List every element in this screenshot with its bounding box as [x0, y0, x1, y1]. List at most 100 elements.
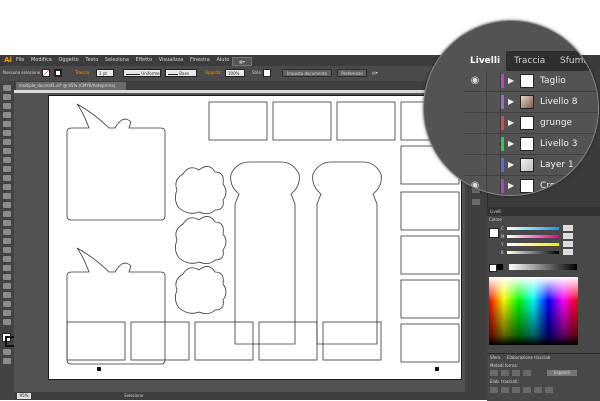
graph-tool-icon[interactable]	[3, 283, 11, 289]
divide-button[interactable]	[490, 387, 498, 393]
expand-triangle-icon[interactable]: ▶	[508, 176, 518, 195]
menu-testo[interactable]: Testo	[85, 57, 98, 63]
unite-button[interactable]	[490, 370, 498, 376]
visibility-eye-icon[interactable]	[464, 113, 487, 133]
menu-modifica[interactable]: Modifica	[31, 57, 52, 63]
tab-traccia[interactable]: Traccia	[508, 51, 551, 71]
eyedropper-tool-icon[interactable]	[3, 256, 11, 262]
expand-triangle-icon[interactable]: ▶	[508, 113, 518, 133]
grayscale-ramp[interactable]	[509, 264, 577, 270]
hand-tool-icon[interactable]	[3, 310, 11, 316]
lock-toggle[interactable]	[486, 92, 501, 112]
menu-seleziona[interactable]: Seleziona	[105, 57, 129, 63]
pen-tool-icon[interactable]	[3, 112, 11, 118]
workspace-switcher[interactable]: ▦▾	[232, 57, 252, 66]
scale-tool-icon[interactable]	[3, 193, 11, 199]
perspective-grid-tool-icon[interactable]	[3, 229, 11, 235]
eraser-tool-icon[interactable]	[3, 175, 11, 181]
layer-row-layer-1[interactable]: ▶ Layer 1	[464, 155, 598, 176]
fill-swatch[interactable]	[42, 69, 50, 77]
screen-mode-icon[interactable]	[3, 358, 11, 364]
menu-file[interactable]: File	[16, 57, 24, 63]
pencil-tool-icon[interactable]	[3, 157, 11, 163]
variable-width-select[interactable]: Uniforme	[123, 69, 161, 77]
magic-wand-tool-icon[interactable]	[3, 103, 11, 109]
paintbrush-tool-icon[interactable]	[3, 148, 11, 154]
menu-finestra[interactable]: Finestra	[190, 57, 210, 63]
layer-name[interactable]: Livello 8	[540, 92, 577, 112]
style-swatch[interactable]	[263, 69, 271, 77]
gradient-tool-icon[interactable]	[3, 247, 11, 253]
tab-livelli[interactable]: Livelli	[464, 51, 507, 71]
layer-row-taglio[interactable]: ◉ ▶ Taglio	[464, 71, 598, 92]
outline-button[interactable]	[534, 387, 542, 393]
mesh-tool-icon[interactable]	[3, 238, 11, 244]
symbol-sprayer-tool-icon[interactable]	[3, 274, 11, 280]
minus-back-button[interactable]	[545, 387, 553, 393]
rectangle-tool-icon[interactable]	[3, 139, 11, 145]
expand-triangle-icon[interactable]: ▶	[508, 134, 518, 154]
lock-toggle[interactable]	[486, 176, 501, 195]
color-spectrum[interactable]	[489, 277, 578, 345]
stroke-swatch[interactable]	[54, 69, 62, 77]
visibility-eye-icon[interactable]: ◉	[464, 71, 487, 91]
layer-row-crocini[interactable]: ◉ ▶ Crocini	[464, 176, 598, 195]
artboard-tool-icon[interactable]	[3, 292, 11, 298]
layer-name[interactable]: Crocini	[540, 176, 571, 195]
trim-button[interactable]	[501, 387, 509, 393]
layer-row-livello-3[interactable]: ▶ Livello 3	[464, 134, 598, 155]
layer-name[interactable]: grunge	[540, 113, 572, 133]
minus-front-button[interactable]	[501, 370, 509, 376]
visibility-eye-icon[interactable]	[464, 134, 487, 154]
visibility-eye-icon[interactable]	[464, 155, 487, 175]
pathfinder-tab[interactable]: Elaborazione tracciati	[507, 355, 550, 360]
intersect-button[interactable]	[512, 370, 520, 376]
menu-visualizza[interactable]: Visualizza	[159, 57, 184, 63]
lock-toggle[interactable]	[486, 71, 501, 91]
merge-button[interactable]	[512, 387, 520, 393]
menu-oggetto[interactable]: Oggetto	[58, 57, 78, 63]
canvas-area[interactable]	[14, 90, 465, 392]
artboard[interactable]	[48, 95, 462, 380]
drawing-mode-icon[interactable]	[3, 349, 11, 355]
blend-tool-icon[interactable]	[3, 265, 11, 271]
transparency-tab[interactable]: Sfera	[490, 355, 501, 360]
layer-row-livello-8[interactable]: ▶ Livello 8	[464, 92, 598, 113]
opacity-field[interactable]: 100%	[225, 69, 245, 77]
crop-button[interactable]	[523, 387, 531, 393]
layers-panel-footer[interactable]: Livelli	[487, 207, 600, 216]
zoom-field[interactable]: 95%	[17, 393, 31, 399]
rotate-tool-icon[interactable]	[3, 184, 11, 190]
arrange-icon[interactable]: ▤▾	[372, 69, 378, 77]
document-tab[interactable]: multiple_docmat1.ai* @ 95% (CMYK/Antepri…	[16, 82, 126, 90]
document-setup-button[interactable]: Imposta documento	[282, 69, 332, 77]
expand-button[interactable]: Espandi	[547, 370, 577, 376]
blob-brush-tool-icon[interactable]	[3, 166, 11, 172]
expand-triangle-icon[interactable]: ▶	[508, 155, 518, 175]
lock-toggle[interactable]	[486, 113, 501, 133]
none-swatch[interactable]	[489, 264, 497, 272]
brush-select[interactable]: Base	[165, 69, 197, 77]
preferences-button[interactable]: Preferenze	[337, 69, 367, 77]
expand-triangle-icon[interactable]: ▶	[508, 92, 518, 112]
zoom-tool-icon[interactable]	[3, 319, 11, 325]
fill-color-icon[interactable]	[489, 228, 499, 238]
stroke-weight-field[interactable]: 1 pt	[96, 69, 114, 77]
panel-icon[interactable]	[472, 199, 480, 205]
visibility-eye-icon[interactable]	[464, 92, 487, 112]
layer-name[interactable]: Taglio	[540, 71, 566, 91]
layer-row-grunge[interactable]: ▶ grunge	[464, 113, 598, 134]
width-tool-icon[interactable]	[3, 202, 11, 208]
color-tab[interactable]: Colore	[489, 217, 502, 222]
lock-toggle[interactable]	[486, 134, 501, 154]
layer-name[interactable]: Layer 1	[540, 155, 574, 175]
free-transform-tool-icon[interactable]	[3, 211, 11, 217]
lock-toggle[interactable]	[486, 155, 501, 175]
slice-tool-icon[interactable]	[3, 301, 11, 307]
layer-name[interactable]: Livello 3	[540, 134, 577, 154]
black-swatch[interactable]	[497, 264, 503, 270]
line-tool-icon[interactable]	[3, 130, 11, 136]
visibility-eye-icon[interactable]: ◉	[464, 176, 487, 195]
exclude-button[interactable]	[523, 370, 531, 376]
menu-aiuto[interactable]: Aiuto	[216, 57, 229, 63]
